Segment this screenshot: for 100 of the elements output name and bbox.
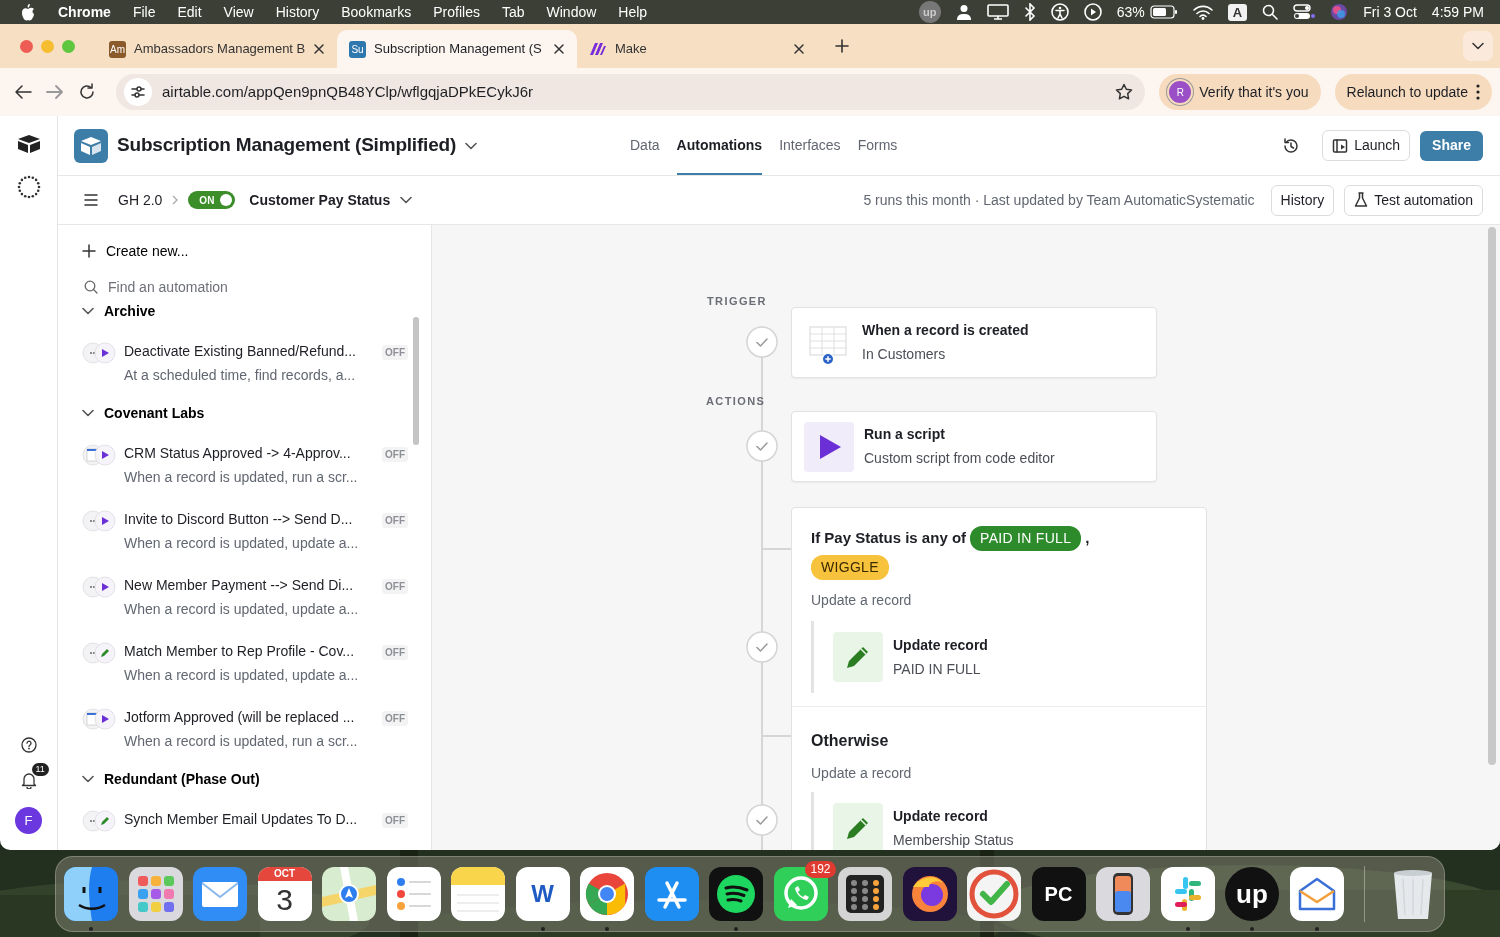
browser-icon[interactable] (580, 867, 634, 921)
app-store-icon[interactable] (644, 867, 699, 921)
menu-item[interactable]: Help (618, 1, 648, 23)
menu-icon[interactable] (84, 194, 98, 206)
reload-icon[interactable] (78, 83, 96, 101)
history-icon[interactable] (1282, 136, 1301, 155)
app-grid-icon[interactable] (128, 867, 183, 921)
menubar-clock[interactable]: 4:59 PM (1431, 1, 1484, 23)
bookmark-star-icon[interactable] (1115, 83, 1134, 101)
automation-title[interactable]: New Member Payment --> Send Di... (124, 575, 374, 596)
person-icon[interactable] (955, 4, 972, 20)
new-tab-icon[interactable] (835, 39, 849, 53)
app-icon[interactable] (1160, 867, 1215, 921)
menu-item[interactable]: File (132, 1, 156, 23)
loading-ring-icon[interactable] (15, 174, 42, 200)
siri-icon[interactable] (1330, 3, 1349, 21)
app-icon[interactable] (64, 867, 118, 921)
accessibility-icon[interactable] (1050, 3, 1069, 21)
checkmark-circle-icon[interactable] (967, 867, 1021, 921)
app-icon[interactable]: W (515, 867, 570, 921)
menu-item[interactable]: History (275, 1, 320, 23)
bell-icon[interactable] (20, 771, 37, 789)
nav-tab[interactable]: Interfaces (779, 116, 841, 175)
phone-icon[interactable] (1096, 867, 1150, 921)
group-header[interactable]: Covenant Labs (82, 399, 205, 427)
nav-tab[interactable]: Automations (676, 116, 763, 175)
automation-title[interactable]: Deactivate Existing Banned/Refund... (124, 341, 374, 362)
base-logo-icon[interactable] (74, 128, 108, 163)
menu-item[interactable]: Tab (501, 1, 525, 23)
automation-title[interactable]: Jotform Approved (will be replaced ... (124, 707, 374, 728)
help-icon[interactable] (20, 737, 37, 753)
verify-identity-button[interactable]: R Verify that it's you (1159, 74, 1321, 110)
chevron-down-icon[interactable] (400, 196, 413, 204)
pencil-icon (833, 632, 883, 682)
step-title[interactable]: Update record (893, 805, 1014, 827)
search-icon[interactable] (1262, 4, 1279, 20)
automation-title[interactable]: CRM Status Approved -> 4-Approv... (124, 443, 374, 464)
menu-item[interactable]: Edit (177, 1, 202, 23)
open-envelope-icon[interactable] (1289, 867, 1344, 921)
on-off-toggle[interactable]: ON (188, 191, 236, 209)
automation-name[interactable]: Customer Pay Status (249, 189, 391, 211)
menu-item[interactable]: Bookmarks (341, 1, 412, 23)
user-avatar[interactable]: F (15, 807, 42, 834)
scrollbar[interactable] (1488, 227, 1496, 765)
cube-logo-icon[interactable] (16, 134, 41, 154)
control-center-icon[interactable] (1293, 4, 1316, 20)
input-source-indicator[interactable]: A (1227, 3, 1248, 21)
automation-title[interactable]: Synch Member Email Updates To D... (124, 809, 374, 830)
browser-tab[interactable]: Am Ambassadors Management B (97, 30, 337, 68)
envelope-icon[interactable] (193, 867, 247, 921)
menu-item[interactable]: Profiles (433, 1, 480, 23)
app-icon[interactable] (709, 867, 763, 921)
site-settings-icon[interactable] (124, 78, 152, 106)
address-bar[interactable]: airtable.com/appQen9pnQB48YClp/wflgqjaDPkECykJ6r (116, 74, 1146, 110)
wifi-icon[interactable] (1192, 4, 1213, 20)
play-circle-icon[interactable] (1083, 3, 1102, 21)
checklist-icon[interactable] (386, 867, 441, 921)
group-header[interactable]: Archive (82, 297, 156, 325)
automation-title[interactable]: Match Member to Rep Profile - Cov... (124, 641, 374, 662)
nav-tab[interactable]: Forms (857, 116, 898, 175)
step-title[interactable]: Update record (893, 634, 988, 656)
display-icon[interactable] (986, 4, 1009, 20)
map-icon[interactable] (322, 867, 376, 921)
menubar-date[interactable]: Fri 3 Oct (1363, 1, 1417, 23)
close-icon[interactable] (313, 43, 325, 55)
scrollbar[interactable] (413, 317, 419, 445)
browser-tab[interactable]: Su Subscription Management (S (337, 30, 577, 68)
test-automation-button[interactable]: Test automation (1344, 184, 1483, 216)
chevron-down-icon[interactable] (465, 141, 478, 150)
action-label: Update a record (811, 591, 913, 610)
close-icon[interactable] (793, 43, 805, 55)
automation-title[interactable]: Invite to Discord Button --> Send D... (124, 509, 374, 530)
menu-item[interactable]: View (223, 1, 254, 23)
apple-icon[interactable] (20, 3, 36, 21)
share-button[interactable]: Share (1420, 130, 1483, 161)
close-window-button[interactable] (20, 39, 33, 53)
launch-button[interactable]: Launch (1322, 130, 1411, 161)
history-button[interactable]: History (1270, 184, 1335, 216)
menu-item[interactable]: Window (546, 1, 597, 23)
app-icon[interactable]: PC (1031, 867, 1086, 921)
create-new-button[interactable]: Create new... (82, 239, 189, 263)
step-card[interactable]: When a record is created In Customers (791, 307, 1157, 378)
bluetooth-icon[interactable] (1023, 3, 1036, 21)
calculator-icon[interactable] (838, 867, 892, 921)
notepad-icon[interactable] (451, 867, 505, 921)
relaunch-button[interactable]: Relaunch to update (1334, 74, 1492, 110)
step-card[interactable]: Run a script Custom script from code editor (791, 411, 1157, 482)
battery-icon[interactable] (1149, 5, 1178, 19)
group-header[interactable]: Redundant (Phase Out) (82, 765, 260, 793)
tab-search-button[interactable] (1463, 31, 1493, 61)
automation-icon (82, 810, 116, 832)
base-title[interactable]: Subscription Management (Simplified) (117, 134, 457, 157)
nav-tab[interactable]: Data (630, 116, 660, 175)
close-icon[interactable] (553, 43, 565, 55)
app-menu[interactable]: Chrome (58, 1, 111, 23)
breadcrumb-link[interactable]: GH 2.0 (118, 189, 163, 211)
browser-tab[interactable]: Make (577, 30, 817, 68)
calendar-icon[interactable]: OCT 3 (257, 867, 312, 921)
app-icon[interactable] (902, 867, 957, 921)
back-icon[interactable] (14, 84, 32, 100)
